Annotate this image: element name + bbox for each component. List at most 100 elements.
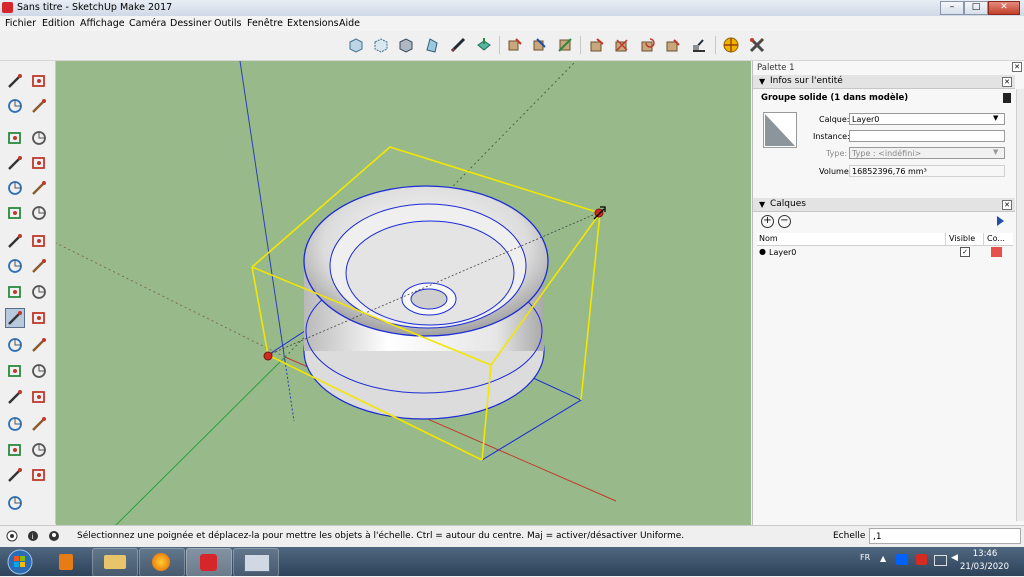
pan-icon[interactable] — [30, 415, 48, 433]
layer-visible-checkbox[interactable]: ✓ — [960, 247, 970, 257]
solid-tools-icon[interactable] — [664, 36, 682, 54]
dropbox-icon[interactable] — [896, 554, 908, 565]
paint-bucket-icon[interactable] — [6, 97, 24, 115]
zoom-icon[interactable] — [6, 441, 24, 459]
solid-trim-icon[interactable] — [556, 36, 574, 54]
scale-handle[interactable] — [263, 351, 273, 361]
component-icon[interactable] — [30, 72, 48, 90]
freehand-icon[interactable] — [30, 129, 48, 147]
shaded-icon[interactable] — [449, 36, 467, 54]
menu-fichier[interactable]: Fichier — [5, 18, 36, 29]
hidden-line-icon[interactable] — [423, 36, 441, 54]
sketchup-icon[interactable] — [186, 548, 232, 577]
three-point-arc-icon[interactable] — [30, 232, 48, 250]
follow-me-icon[interactable] — [30, 283, 48, 301]
minimize-button[interactable]: – — [940, 1, 964, 15]
menu-dessiner[interactable]: Dessiner — [170, 18, 211, 29]
scale-icon[interactable] — [5, 308, 25, 328]
pie-icon[interactable] — [30, 204, 48, 222]
calque-select[interactable]: Layer0 — [849, 113, 1005, 125]
info-status-icon[interactable]: i — [27, 530, 39, 542]
maximize-button[interactable]: □ — [964, 1, 988, 15]
zoom-window-icon[interactable] — [30, 441, 48, 459]
user-status-icon[interactable] — [48, 530, 60, 542]
select-icon[interactable] — [6, 72, 24, 90]
solid-union-icon[interactable] — [506, 36, 524, 54]
lock-icon[interactable] — [1003, 93, 1011, 103]
position-camera-icon[interactable] — [6, 494, 24, 512]
zoom-extents-icon[interactable] — [6, 466, 24, 484]
close-button[interactable]: ✕ — [988, 1, 1020, 15]
geo-location-icon[interactable] — [722, 36, 740, 54]
entity-info-close-button[interactable]: ✕ — [1002, 77, 1012, 87]
palette-close-button[interactable]: ✕ — [1012, 62, 1022, 72]
pdf-icon[interactable] — [916, 554, 927, 565]
3d-text-icon[interactable] — [30, 388, 48, 406]
menu-affichage[interactable]: Affichage — [80, 18, 125, 29]
rotated-rectangle-icon[interactable] — [30, 154, 48, 172]
layer-row[interactable]: ● Layer0 ✓ — [757, 246, 1013, 259]
previous-view-icon[interactable] — [30, 466, 48, 484]
protractor-icon[interactable] — [6, 362, 24, 380]
extension-manager-icon[interactable] — [748, 36, 766, 54]
menu-extensions[interactable]: Extensions — [287, 18, 339, 29]
collapse-triangle-icon[interactable]: ▼ — [759, 77, 765, 86]
entity-info-header[interactable]: ▼ Infos sur l'entité ✕ — [753, 75, 1015, 89]
col-color[interactable]: Co... — [987, 234, 1005, 243]
layers-header[interactable]: ▼ Calques ✕ — [753, 198, 1015, 212]
menu-edition[interactable]: Edition — [42, 18, 75, 29]
col-visible[interactable]: Visible — [949, 234, 975, 243]
collapse-triangle-icon[interactable]: ▼ — [759, 200, 765, 209]
layer-color-swatch[interactable] — [991, 247, 1002, 257]
network-icon[interactable] — [934, 555, 947, 566]
orbit-icon[interactable] — [6, 415, 24, 433]
offset-icon[interactable] — [30, 309, 48, 327]
drawing-viewport[interactable] — [56, 61, 751, 525]
col-name[interactable]: Nom — [759, 234, 778, 243]
chevron-up-icon[interactable]: ▲ — [880, 554, 886, 563]
details-arrow-icon[interactable] — [997, 216, 1004, 226]
menu-aide[interactable]: Aide — [339, 18, 360, 29]
instance-field[interactable] — [849, 130, 1005, 142]
layers-close-button[interactable]: ✕ — [1002, 200, 1012, 210]
wireframe-icon[interactable] — [397, 36, 415, 54]
push-pull-icon[interactable] — [30, 257, 48, 275]
start-button-icon[interactable] — [6, 548, 34, 576]
measurement-box[interactable]: ,1 — [869, 528, 1021, 544]
solid-subtract-icon[interactable] — [531, 36, 549, 54]
volume-icon[interactable]: ◀ — [951, 553, 958, 563]
language-indicator[interactable]: FR — [860, 553, 870, 562]
firefox-icon[interactable] — [139, 548, 185, 577]
eraser-icon[interactable] — [30, 97, 48, 115]
clock-time[interactable]: 13:46 — [970, 549, 1000, 559]
active-layer-radio[interactable]: ● — [759, 247, 766, 256]
warehouse-icon[interactable] — [690, 36, 708, 54]
arc-icon[interactable] — [6, 204, 24, 222]
add-layer-button[interactable]: + — [761, 215, 774, 228]
rotate-icon[interactable] — [6, 283, 24, 301]
model-canvas[interactable] — [56, 61, 751, 525]
axes-icon[interactable] — [6, 388, 24, 406]
solid-split-icon[interactable] — [613, 36, 631, 54]
text-icon[interactable] — [30, 362, 48, 380]
outer-shell-icon[interactable] — [639, 36, 657, 54]
chevron-down-icon[interactable]: ▼ — [993, 114, 998, 122]
dimension-icon[interactable] — [30, 336, 48, 354]
media-player-icon[interactable] — [44, 548, 90, 577]
material-swatch[interactable] — [763, 112, 797, 148]
solid-intersect-icon[interactable] — [588, 36, 606, 54]
remove-layer-button[interactable]: − — [778, 215, 791, 228]
xray-icon[interactable] — [347, 36, 365, 54]
tape-measure-icon[interactable] — [6, 336, 24, 354]
polygon-icon[interactable] — [30, 179, 48, 197]
line-icon[interactable] — [6, 129, 24, 147]
textured-icon[interactable] — [475, 36, 493, 54]
menu-outils[interactable]: Outils — [214, 18, 241, 29]
type-select[interactable]: Type : <indéfini> — [849, 147, 1005, 159]
two-point-arc-icon[interactable] — [6, 232, 24, 250]
menu-camera[interactable]: Caméra — [129, 18, 166, 29]
clock-date[interactable]: 21/03/2020 — [960, 562, 1009, 572]
chevron-down-icon[interactable]: ▼ — [993, 148, 998, 156]
window-icon[interactable] — [233, 548, 279, 577]
rectangle-icon[interactable] — [6, 154, 24, 172]
